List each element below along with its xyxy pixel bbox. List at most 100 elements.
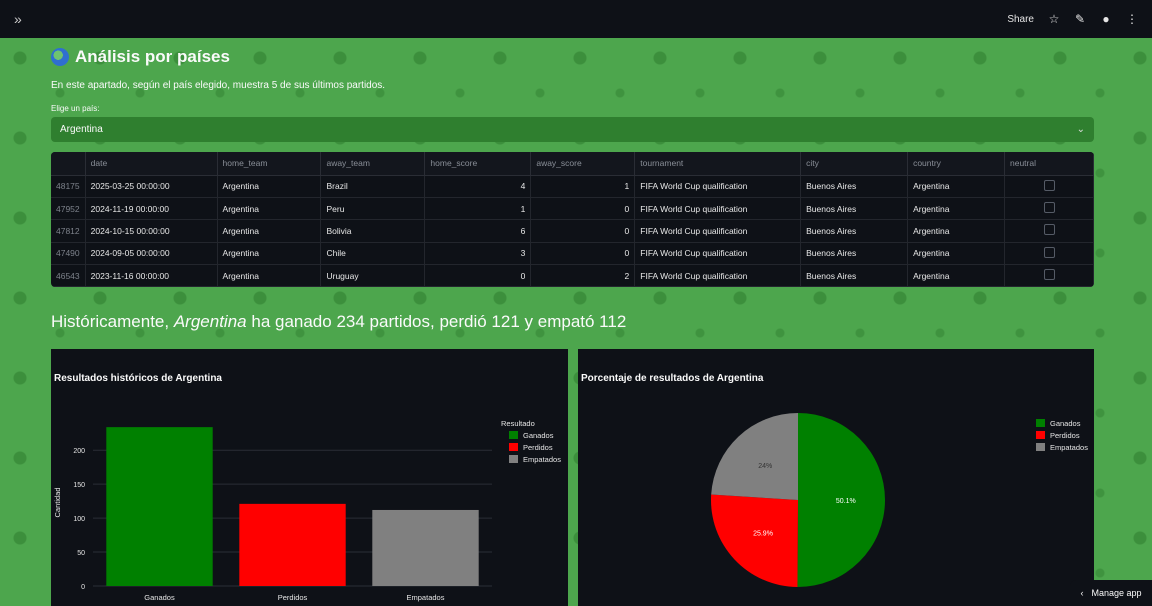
table-cell[interactable]: 0 <box>424 264 532 288</box>
neutral-checkbox[interactable] <box>1043 246 1055 258</box>
legend-title: Resultado <box>501 418 535 428</box>
legend-label: Ganados <box>1050 418 1081 428</box>
table-cell[interactable]: 48175 <box>51 175 86 198</box>
table-cell[interactable]: 2023-11-16 00:00:00 <box>85 264 218 288</box>
table-cell[interactable]: Argentina <box>907 219 1005 243</box>
neutral-checkbox[interactable] <box>1043 179 1055 191</box>
table-cell[interactable]: 46543 <box>51 264 86 288</box>
expand-sidebar-icon[interactable]: » <box>14 11 22 27</box>
table-cell[interactable]: Argentina <box>907 242 1005 266</box>
table-cell[interactable]: Bolivia <box>320 219 426 243</box>
column-header-away_score[interactable]: away_score <box>530 152 636 176</box>
table-cell[interactable]: FIFA World Cup qualification <box>634 197 802 221</box>
table-cell[interactable]: FIFA World Cup qualification <box>634 242 802 266</box>
table-row[interactable]: 46543 2023-11-16 00:00:00 Argentina Uruguay… <box>51 264 1094 288</box>
neutral-cell[interactable] <box>1004 197 1094 221</box>
table-cell[interactable]: Buenos Aires <box>800 197 909 221</box>
table-row[interactable]: 47490 2024-09-05 00:00:00 Argentina Chile 3 0… <box>51 242 1094 266</box>
bar-chart-legend: Resultado Ganados Perdidos Empatados <box>501 417 561 465</box>
table-row[interactable]: 47812 2024-10-15 00:00:00 Argentina Bolivia… <box>51 219 1094 243</box>
table-row[interactable]: 48175 2025-03-25 00:00:00 Argentina Brazil 4… <box>51 175 1094 198</box>
table-cell[interactable]: Buenos Aires <box>800 264 909 288</box>
column-header-city[interactable]: city <box>800 152 909 176</box>
column-header-neutral[interactable]: neutral <box>1004 152 1094 176</box>
neutral-cell[interactable] <box>1004 242 1094 266</box>
table-cell[interactable]: Argentina <box>217 242 322 266</box>
table-cell[interactable]: 47812 <box>51 219 86 243</box>
table-cell[interactable]: Argentina <box>907 175 1005 198</box>
table-cell[interactable]: Chile <box>320 242 426 266</box>
main-menu-icon[interactable]: ⋮ <box>1126 13 1138 25</box>
history-suffix: ha ganado 234 partidos, perdió 121 y emp… <box>251 312 627 332</box>
table-cell[interactable]: Buenos Aires <box>800 242 909 266</box>
table-cell[interactable]: 1 <box>530 175 636 198</box>
page-title-text: Análisis por países <box>75 47 230 66</box>
legend-swatch <box>509 455 518 463</box>
neutral-checkbox[interactable] <box>1043 224 1055 236</box>
table-cell[interactable]: 3 <box>424 242 532 266</box>
table-cell[interactable]: 2025-03-25 00:00:00 <box>85 175 218 198</box>
table-cell[interactable]: 4 <box>424 175 532 198</box>
table-cell[interactable]: 2024-11-19 00:00:00 <box>85 197 218 221</box>
table-cell[interactable]: 47490 <box>51 242 86 266</box>
neutral-checkbox[interactable] <box>1043 269 1055 281</box>
legend-item[interactable]: Ganados <box>501 429 561 441</box>
table-cell[interactable]: Argentina <box>907 197 1005 221</box>
table-cell[interactable]: 0 <box>530 219 636 243</box>
table-cell[interactable]: FIFA World Cup qualification <box>634 175 802 198</box>
table-cell[interactable]: 47952 <box>51 197 86 221</box>
github-icon[interactable]: ● <box>1100 13 1112 25</box>
table-cell[interactable]: Argentina <box>217 175 322 198</box>
legend-item[interactable]: Perdidos <box>501 441 561 453</box>
neutral-cell[interactable] <box>1004 175 1094 198</box>
chevron-down-icon: ⌄ <box>1076 124 1085 135</box>
table-cell[interactable]: 2024-10-15 00:00:00 <box>85 219 218 243</box>
table-row[interactable]: 47952 2024-11-19 00:00:00 Argentina Peru 1 0 F… <box>51 197 1094 221</box>
table-cell[interactable]: FIFA World Cup qualification <box>634 219 802 243</box>
table-cell[interactable]: 0 <box>530 197 636 221</box>
table-cell[interactable]: 0 <box>530 242 636 266</box>
y-tick-label: 0 <box>81 584 85 591</box>
table-cell[interactable]: Argentina <box>217 219 322 243</box>
table-cell[interactable]: Buenos Aires <box>800 219 909 243</box>
column-header-away_team[interactable]: away_team <box>320 152 426 176</box>
column-header-index[interactable] <box>51 152 86 176</box>
table-cell[interactable]: 6 <box>424 219 532 243</box>
legend-label: Ganados <box>523 430 554 440</box>
table-cell[interactable]: Buenos Aires <box>800 175 909 198</box>
table-cell[interactable]: FIFA World Cup qualification <box>634 264 802 288</box>
table-cell[interactable]: 2024-09-05 00:00:00 <box>85 242 218 266</box>
legend-label: Empatados <box>523 454 561 464</box>
legend-item[interactable]: Empatados <box>1036 441 1088 453</box>
legend-swatch <box>509 443 518 451</box>
column-header-tournament[interactable]: tournament <box>634 152 802 176</box>
legend-label: Empatados <box>1050 442 1088 452</box>
table-cell[interactable]: Argentina <box>217 197 322 221</box>
legend-item[interactable]: Ganados <box>1036 417 1088 429</box>
table-cell[interactable]: Brazil <box>320 175 426 198</box>
legend-item[interactable]: Empatados <box>501 453 561 465</box>
chevron-left-icon: ‹ <box>1080 588 1084 598</box>
star-icon[interactable]: ☆ <box>1048 13 1060 25</box>
table-cell[interactable]: 2 <box>530 264 636 288</box>
y-tick-label: 200 <box>73 448 85 455</box>
column-header-date[interactable]: date <box>85 152 218 176</box>
table-cell[interactable]: Argentina <box>907 264 1005 288</box>
column-header-country[interactable]: country <box>907 152 1005 176</box>
column-header-home_team[interactable]: home_team <box>217 152 322 176</box>
neutral-cell[interactable] <box>1004 219 1094 243</box>
table-cell[interactable]: Argentina <box>217 264 322 288</box>
share-button[interactable]: Share <box>1007 14 1034 25</box>
neutral-cell[interactable] <box>1004 264 1094 288</box>
table-cell[interactable]: Uruguay <box>320 264 426 288</box>
table-cell[interactable]: 1 <box>424 197 532 221</box>
column-header-home_score[interactable]: home_score <box>424 152 532 176</box>
legend-item[interactable]: Perdidos <box>1036 429 1088 441</box>
table-cell[interactable]: Peru <box>320 197 426 221</box>
country-select[interactable]: Argentina ⌄ <box>51 117 1094 142</box>
manage-app-button[interactable]: ‹ Manage app <box>1070 580 1152 606</box>
y-tick-label: 100 <box>73 516 85 523</box>
neutral-checkbox[interactable] <box>1043 202 1055 214</box>
edit-icon[interactable]: ✎ <box>1074 13 1086 25</box>
matches-table[interactable]: date home_team away_team home_score away_sco… <box>51 152 1094 288</box>
